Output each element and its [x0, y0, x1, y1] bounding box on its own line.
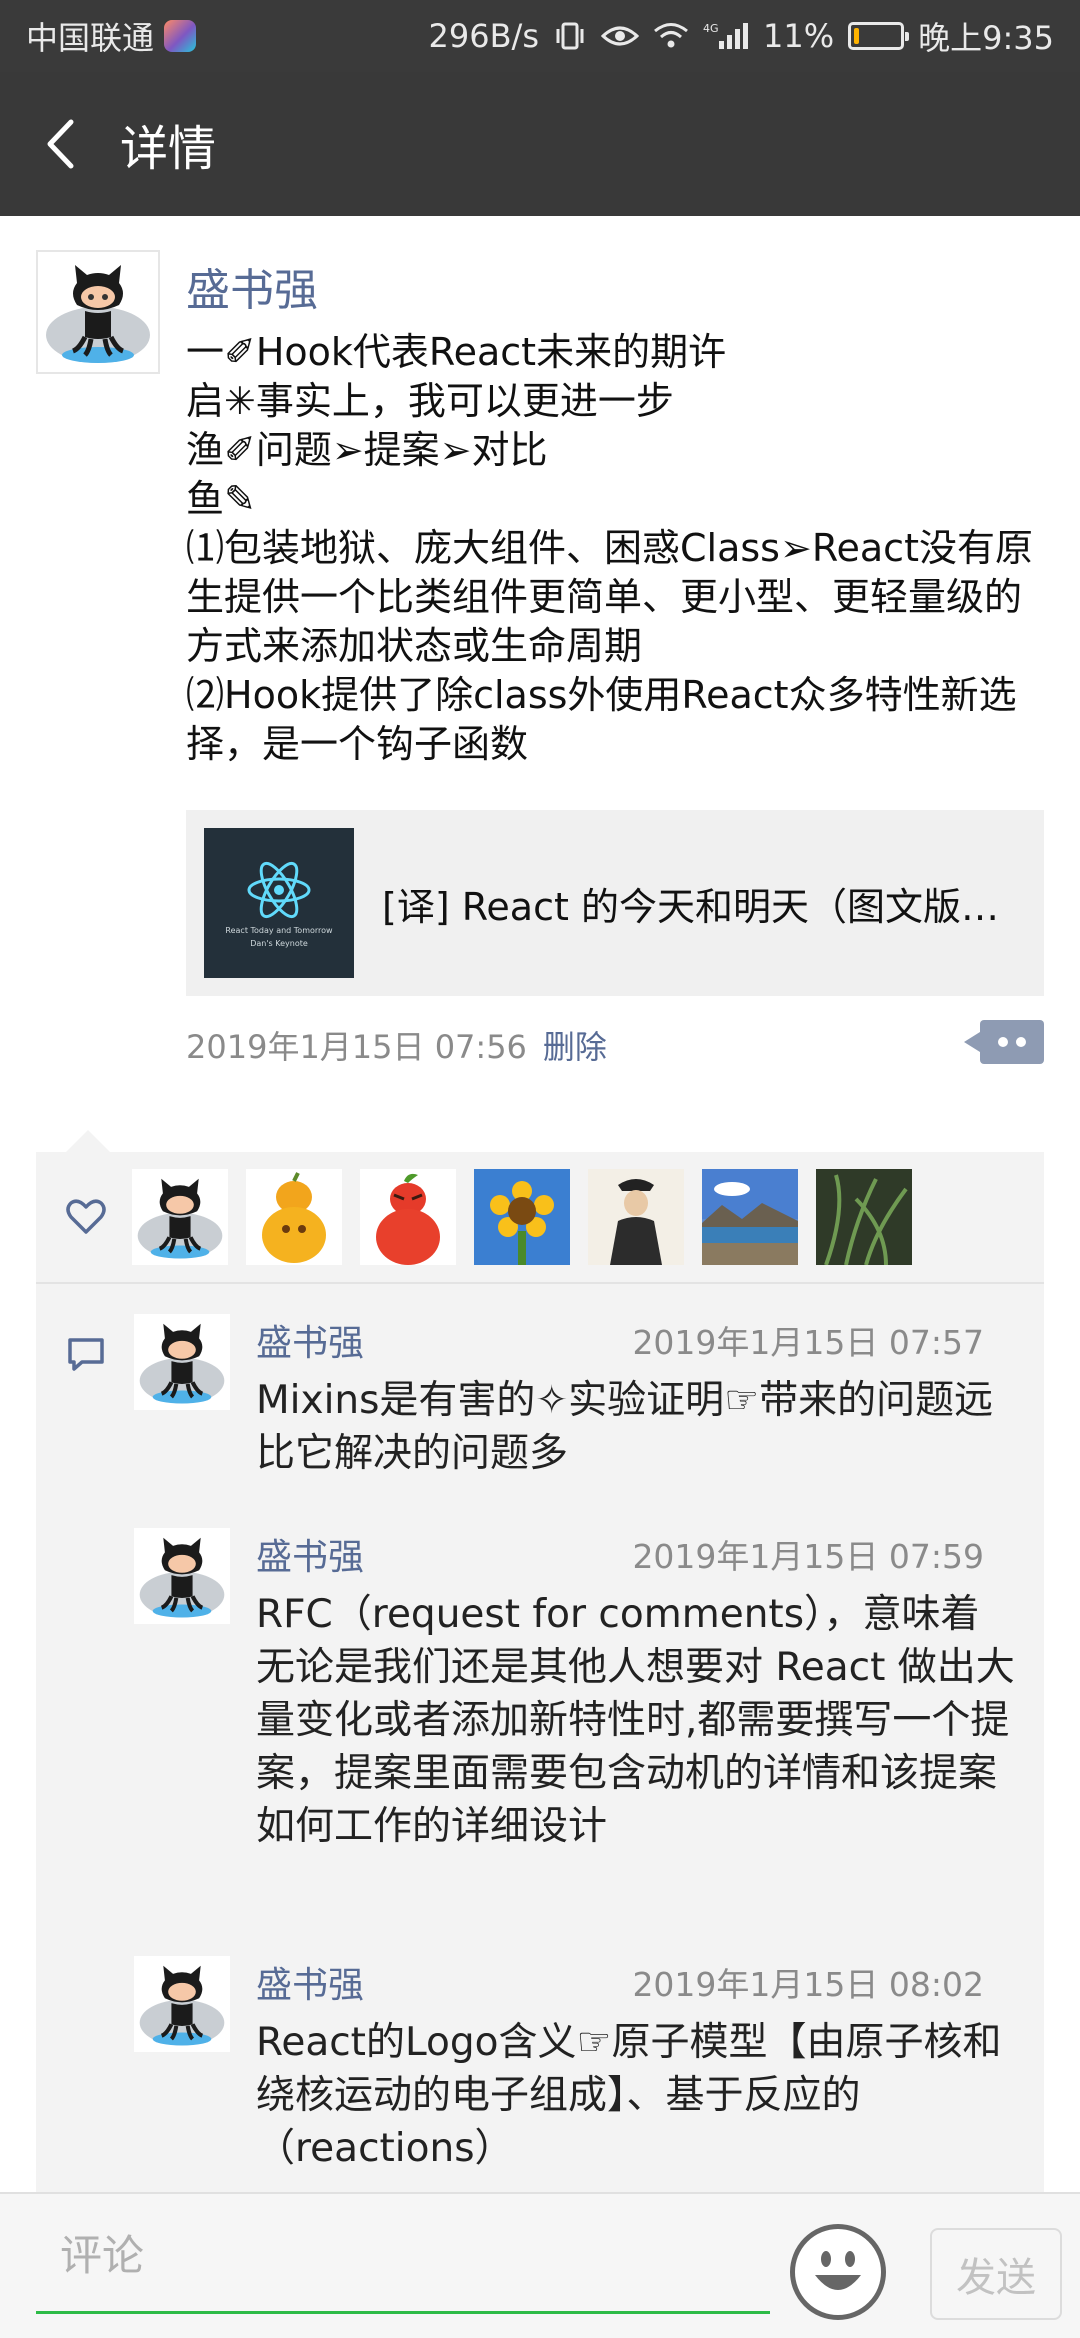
sunflower-avatar-icon	[474, 1169, 570, 1265]
comment-avatar[interactable]	[134, 1314, 230, 1410]
author-avatar[interactable]	[36, 250, 160, 374]
comment-text: RFC（request for comments），意味着无论是我们还是其他人想…	[256, 1592, 1015, 1849]
content-line: ⑴包装地狱、庞大组件、困惑Class➢React没有原生提供一个比类组件更简单、…	[186, 526, 1033, 668]
octocat-avatar-icon	[139, 1965, 225, 2046]
comment-avatar[interactable]	[134, 1528, 230, 1624]
comment-time: 2019年1月15日 07:59	[632, 1537, 984, 1576]
post-content: 一✐Hook代表React未来的期许 启✳事实上，我可以更进一步 渔✐问题➢提案…	[186, 328, 1048, 769]
like-avatar[interactable]	[246, 1169, 342, 1265]
comment-author[interactable]: 盛书强	[256, 1528, 364, 1580]
comment-placeholder: 评论	[60, 2231, 145, 2280]
shared-link-card[interactable]: React Today and Tomorrow Dan's Keynote […	[186, 810, 1044, 996]
like-avatar[interactable]	[474, 1169, 570, 1265]
like-avatar[interactable]	[816, 1169, 912, 1265]
react-logo-icon	[247, 861, 311, 919]
comment-time: 2019年1月15日 07:57	[632, 1323, 984, 1362]
content-line: 鱼✎	[186, 477, 256, 521]
like-avatar[interactable]	[702, 1169, 798, 1265]
app-badge-icon	[164, 20, 197, 52]
net-speed: 296B/s	[428, 17, 539, 55]
content-line: 一✐Hook代表React未来的期许	[186, 330, 727, 374]
content-line: ⑵Hook提供了除class外使用React众多特性新选择，是一个钩子函数	[186, 673, 1017, 766]
link-thumbnail: React Today and Tomorrow Dan's Keynote	[204, 828, 354, 978]
comment-text: Mixins是有害的✧实验证明☞带来的问题远比它解决的问题多	[256, 1378, 994, 1476]
more-actions-button[interactable]	[964, 1020, 1044, 1064]
ink-figure-avatar-icon	[588, 1169, 684, 1265]
smiley-icon	[815, 2251, 861, 2290]
like-avatar[interactable]	[360, 1169, 456, 1265]
post-timestamp: 2019年1月15日 07:56	[186, 1028, 527, 1066]
comment-icon	[66, 1336, 106, 1376]
thumb-caption: React Today and Tomorrow	[225, 926, 333, 935]
thumb-caption: Dan's Keynote	[250, 939, 308, 948]
page-title: 详情	[120, 121, 217, 177]
post-meta: 2019年1月15日 07:56 删除	[186, 1022, 607, 1068]
wifi-icon	[653, 22, 689, 50]
carrier-name: 中国联通	[26, 19, 155, 57]
octocat-avatar-icon	[139, 1537, 225, 1618]
clock: 晚上9:35	[918, 19, 1054, 57]
battery-icon	[848, 22, 910, 50]
heart-icon	[36, 1199, 136, 1235]
comment-time: 2019年1月15日 08:02	[632, 1965, 984, 2004]
gourd-red-avatar-icon	[376, 1173, 440, 1265]
comment-author[interactable]: 盛书强	[256, 1956, 364, 2008]
carrier: 中国联通	[26, 13, 197, 59]
landscape-avatar-icon	[702, 1169, 798, 1265]
comment-author[interactable]: 盛书强	[256, 1314, 364, 1366]
vibrate-icon	[553, 21, 587, 51]
link-title: [译] React 的今天和明天（图文版…	[382, 884, 999, 929]
octocat-avatar-icon	[137, 1178, 223, 1259]
gourd-orange-avatar-icon	[262, 1172, 326, 1263]
back-button[interactable]	[0, 72, 120, 216]
comment-input[interactable]: 评论	[36, 2194, 770, 2314]
comment-text: React的Logo含义☞原子模型【由原子核和绕核运动的电子组成】、基于反应的（…	[256, 2020, 1002, 2171]
octocat-avatar-icon	[139, 1323, 225, 1404]
plant-avatar-icon	[816, 1169, 912, 1265]
like-avatar[interactable]	[588, 1169, 684, 1265]
emoji-button[interactable]	[790, 2224, 886, 2320]
content-line: 启✳事实上，我可以更进一步	[186, 379, 674, 423]
post-author[interactable]: 盛书强	[186, 254, 318, 318]
back-arrow-icon	[47, 119, 74, 169]
like-avatar[interactable]	[132, 1169, 228, 1265]
interaction-panel: 盛书强 2019年1月15日 07:57 Mixins是有害的✧实验证明☞带来的…	[36, 1130, 1044, 2192]
network-type: 4G	[703, 22, 719, 35]
battery-percent: 11%	[763, 17, 835, 55]
comment-input-bar: 评论 发送	[0, 2192, 1080, 2338]
comment-avatar[interactable]	[134, 1956, 230, 2052]
signal-icon: 4G	[703, 21, 749, 51]
content-line: 渔✐问题➢提案➢对比	[186, 428, 548, 472]
likes-row	[36, 1152, 1044, 1284]
delete-button[interactable]: 删除	[543, 1022, 607, 1068]
octocat-avatar-icon	[46, 265, 150, 363]
title-bar: 详情	[0, 72, 1080, 216]
status-bar: 中国联通 296B/s 4G 11% 晚上9:35	[0, 0, 1080, 72]
send-button[interactable]: 发送	[930, 2228, 1062, 2320]
eye-icon	[601, 23, 639, 49]
